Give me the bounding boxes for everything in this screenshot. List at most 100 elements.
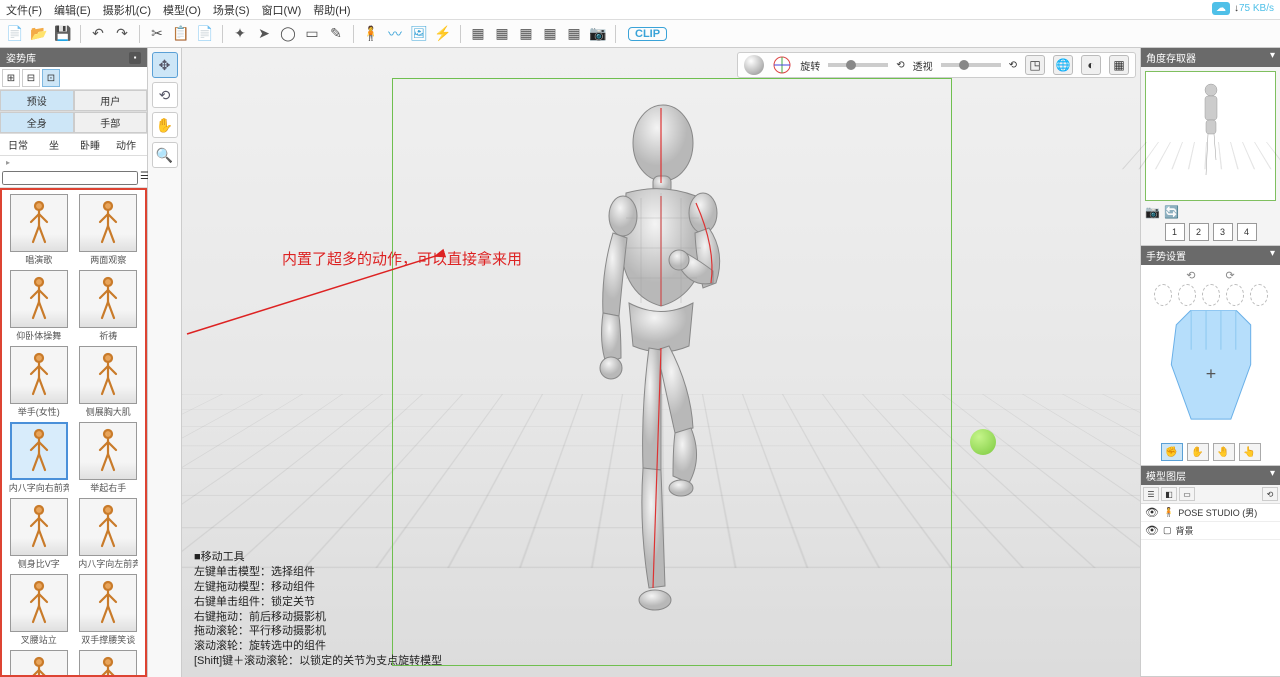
rotate-tool-icon[interactable]: ⟲	[152, 82, 178, 108]
pose-item[interactable]	[76, 650, 142, 677]
subcat[interactable]: 动作	[108, 134, 144, 155]
camera-icon[interactable]: 📷	[587, 23, 609, 45]
menu-item[interactable]: 文件(F)	[6, 2, 42, 18]
view-mode-3-icon[interactable]: ⊡	[42, 69, 60, 87]
menu-item[interactable]: 场景(S)	[213, 2, 250, 18]
camera-slot[interactable]: 1	[1165, 223, 1185, 241]
camera-slot[interactable]: 2	[1189, 223, 1209, 241]
view-mode-2-icon[interactable]: ⊟	[22, 69, 40, 87]
pose-item[interactable]: 内八字向左前奔	[76, 498, 142, 570]
zoom-tool-icon[interactable]: 🔍	[152, 142, 178, 168]
reload-icon[interactable]: 🔄	[1164, 205, 1179, 219]
tool-icon[interactable]: ▭	[301, 23, 323, 45]
pose-item[interactable]: 双手撑腰笑谈	[76, 574, 142, 646]
menu-item[interactable]: 模型(O)	[163, 2, 201, 18]
menu-item[interactable]: 帮助(H)	[313, 2, 350, 18]
globe-icon[interactable]: 🌐	[1053, 55, 1073, 75]
cursor-icon[interactable]: ➤	[253, 23, 275, 45]
ring-icon[interactable]: ◯	[277, 23, 299, 45]
tab-fullbody[interactable]: 全身	[0, 112, 74, 133]
layer-row[interactable]: 👁 🧍 POSE STUDIO (男)	[1141, 504, 1280, 522]
hand-mode-icon[interactable]: ✊	[1161, 443, 1183, 461]
save-icon[interactable]: 💾	[52, 23, 74, 45]
camera-preview[interactable]	[1145, 71, 1276, 201]
eye-icon[interactable]: 👁	[1145, 506, 1159, 519]
cube-icon[interactable]: ◳	[1025, 55, 1045, 75]
camera-slot[interactable]: 3	[1213, 223, 1233, 241]
subcat[interactable]: 卧睡	[72, 134, 108, 155]
redo-icon[interactable]: ↷	[111, 23, 133, 45]
undo-icon[interactable]: ↶	[87, 23, 109, 45]
layer-row[interactable]: 👁 ▢ 背景	[1141, 522, 1280, 540]
character-model[interactable]	[531, 88, 791, 671]
layer-tool-icon[interactable]: ☰	[1143, 487, 1159, 501]
close-icon[interactable]: ▪	[129, 52, 141, 64]
curve-icon[interactable]: 〰	[384, 23, 406, 45]
finger-slider[interactable]	[1178, 284, 1196, 306]
pose-search-input[interactable]	[2, 171, 138, 185]
pose-item[interactable]: 两面观察	[76, 194, 142, 266]
layer-tool-icon[interactable]: ◧	[1161, 487, 1177, 501]
floating-action-icon[interactable]	[970, 429, 996, 455]
rotation-slider[interactable]	[828, 63, 888, 67]
person-icon[interactable]: 🧍	[360, 23, 382, 45]
layer-tool-icon[interactable]: ⟲	[1262, 487, 1278, 501]
rotate-right-icon[interactable]: ⟳	[1226, 269, 1235, 282]
pose-item[interactable]: 叉腰站立	[6, 574, 72, 646]
hand-tool-icon[interactable]: ✋	[152, 112, 178, 138]
pose-item[interactable]	[6, 650, 72, 677]
grid5-icon[interactable]: ▦	[563, 23, 585, 45]
layer-tool-icon[interactable]: ▭	[1179, 487, 1195, 501]
view-mode-1-icon[interactable]: ⊞	[2, 69, 20, 87]
grid4-icon[interactable]: ▦	[539, 23, 561, 45]
hand-mode-icon[interactable]: 🤚	[1213, 443, 1235, 461]
pose-item[interactable]: 侧身比V字	[6, 498, 72, 570]
viewport-3d[interactable]: 旋转 ⟲ 透视 ⟲ ◳ 🌐 ◐ ▦ ■移动工具 左键单击模型：选择组件 左键拖动…	[182, 48, 1140, 677]
paste-icon[interactable]: 📄	[194, 23, 216, 45]
finger-slider[interactable]	[1250, 284, 1268, 306]
eye-icon[interactable]: 👁	[1145, 524, 1159, 537]
move-tool-icon[interactable]: ✥	[152, 52, 178, 78]
pen-icon[interactable]: ✎	[325, 23, 347, 45]
cut-icon[interactable]: ✂	[146, 23, 168, 45]
image-icon[interactable]: 🖼	[408, 23, 430, 45]
pose-item[interactable]: 祈祷	[76, 270, 142, 342]
collapse-icon[interactable]: ▾	[1270, 50, 1275, 65]
tab-hand[interactable]: 手部	[74, 112, 148, 133]
snapshot-icon[interactable]: 📷	[1145, 205, 1160, 219]
bolt-icon[interactable]: ⚡	[432, 23, 454, 45]
copy-icon[interactable]: 📋	[170, 23, 192, 45]
collapse-icon[interactable]: ▾	[1270, 468, 1275, 483]
rotate-left-icon[interactable]: ⟲	[1186, 269, 1195, 282]
grid1-icon[interactable]: ▦	[467, 23, 489, 45]
camera-slot[interactable]: 4	[1237, 223, 1257, 241]
menu-item[interactable]: 摄影机(C)	[103, 2, 151, 18]
pose-item[interactable]: 内八字向右前奔1	[6, 422, 72, 494]
grid-icon[interactable]: ▦	[1109, 55, 1129, 75]
pose-item[interactable]: 侧展胸大肌	[76, 346, 142, 418]
matcap-sphere-icon[interactable]	[744, 55, 764, 75]
hand-mode-icon[interactable]: ✋	[1187, 443, 1209, 461]
grid3-icon[interactable]: ▦	[515, 23, 537, 45]
compass-icon[interactable]: ✦	[229, 23, 251, 45]
open-icon[interactable]: 📂	[28, 23, 50, 45]
finger-slider[interactable]	[1154, 284, 1172, 306]
subcat[interactable]: 坐	[36, 134, 72, 155]
new-icon[interactable]: 📄	[4, 23, 26, 45]
collapse-icon[interactable]: ▾	[1270, 248, 1275, 263]
subcat[interactable]: 日常	[0, 134, 36, 155]
tab-preset[interactable]: 预设	[0, 90, 74, 111]
perspective-slider[interactable]	[941, 63, 1001, 67]
clip-logo[interactable]: CLIP	[628, 27, 667, 41]
finger-slider[interactable]	[1226, 284, 1244, 306]
menu-item[interactable]: 编辑(E)	[54, 2, 91, 18]
reset-icon[interactable]: ⟲	[1009, 60, 1017, 71]
pose-item[interactable]: 举起右手	[76, 422, 142, 494]
pose-item[interactable]: 举手(女性)	[6, 346, 72, 418]
reset-icon[interactable]: ⟲	[896, 60, 904, 71]
pose-item[interactable]: 仰卧体操舞	[6, 270, 72, 342]
menu-item[interactable]: 窗口(W)	[262, 2, 302, 18]
pose-item[interactable]: 唱演歌	[6, 194, 72, 266]
finger-slider[interactable]	[1202, 284, 1220, 306]
hand-mode-icon[interactable]: 👆	[1239, 443, 1261, 461]
